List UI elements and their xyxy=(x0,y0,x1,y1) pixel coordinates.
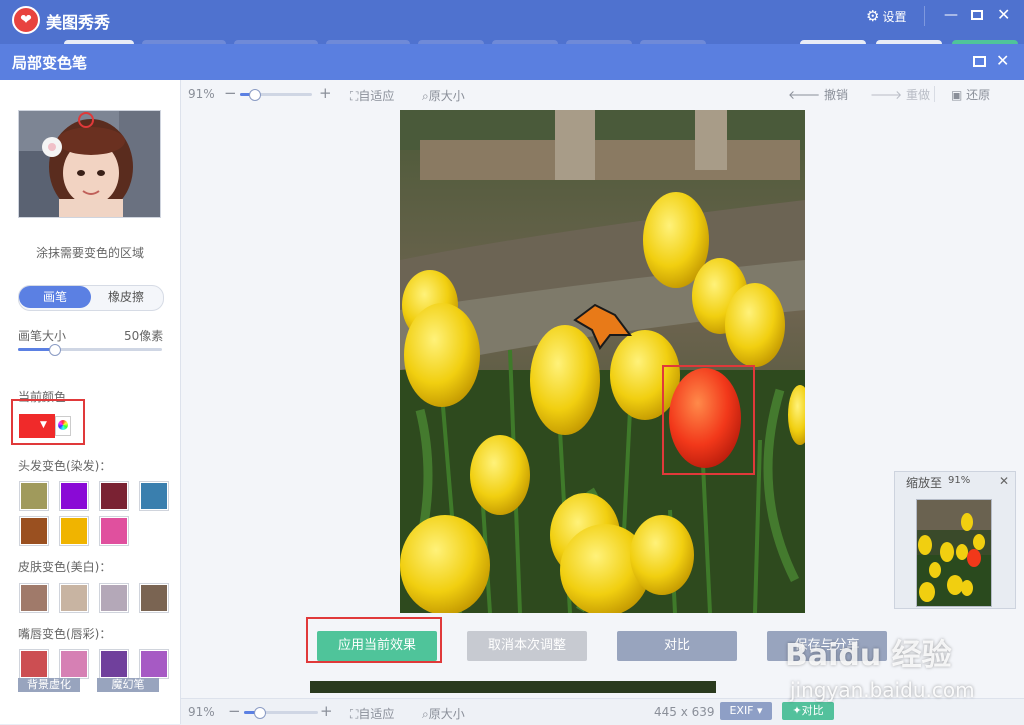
hair-color-swatch[interactable] xyxy=(99,481,129,511)
restore-label: 还原 xyxy=(966,88,991,102)
settings-button[interactable]: ⚙ 设置 xyxy=(866,7,906,25)
bottom-zoom-value: 91% xyxy=(188,705,215,719)
brush-size-handle[interactable] xyxy=(49,344,61,356)
main-photo[interactable] xyxy=(400,110,805,613)
bottom-zoom-out-icon[interactable]: − xyxy=(228,702,241,720)
lip-color-swatch[interactable] xyxy=(19,649,49,679)
minimize-icon[interactable]: — xyxy=(944,7,958,23)
title-divider xyxy=(924,6,925,26)
settings-label: 设置 xyxy=(882,10,907,24)
close-icon[interactable]: ✕ xyxy=(997,5,1010,24)
navigator-close-icon[interactable]: ✕ xyxy=(999,474,1009,488)
magic-pen-button[interactable]: 魔幻笔 xyxy=(97,678,159,692)
bottom-original-button[interactable]: ⌕原大小 xyxy=(422,705,465,722)
undo-label: 撤销 xyxy=(824,88,849,102)
lip-color-swatch[interactable] xyxy=(99,649,129,679)
lip-color-swatch[interactable] xyxy=(139,649,169,679)
skin-color-swatch[interactable] xyxy=(139,583,169,613)
gear-icon: ⚙ xyxy=(866,7,880,25)
dialog-maximize-icon[interactable] xyxy=(973,56,986,67)
hair-color-label: 头发变色(染发)： xyxy=(18,459,112,473)
dialog-title: 局部变色笔 xyxy=(12,54,88,72)
watermark-logo: Baidu 经验 xyxy=(785,638,952,673)
lip-color-label: 嘴唇变色(唇彩)： xyxy=(18,627,112,641)
app-logo-icon: ❤ xyxy=(12,6,40,34)
hair-color-swatch[interactable] xyxy=(139,481,169,511)
dialog-header xyxy=(0,44,1024,80)
magnifier-icon: ⌕ xyxy=(422,89,429,103)
eraser-mode-button[interactable]: 橡皮擦 xyxy=(91,286,161,308)
sparkle-icon: ✦ xyxy=(792,704,802,717)
navigator-zoom-value: 91% xyxy=(948,475,971,486)
brush-mode-button[interactable]: 画笔 xyxy=(19,286,91,308)
underlying-photo-strip xyxy=(310,681,716,693)
toolbar-divider xyxy=(934,86,935,102)
app-title: 美图秀秀 xyxy=(46,13,111,32)
fit-button[interactable]: ⛶自适应 xyxy=(350,87,394,104)
cancel-adjust-button[interactable]: 取消本次调整 xyxy=(467,631,587,661)
compare-button[interactable]: 对比 xyxy=(617,631,737,661)
hair-color-swatch[interactable] xyxy=(59,481,89,511)
hair-color-swatch[interactable] xyxy=(19,516,49,546)
restore-button[interactable]: ▣ 还原 xyxy=(951,86,990,103)
bottom-fit-label: 自适应 xyxy=(358,707,395,721)
portrait-preview[interactable] xyxy=(18,110,161,218)
skin-color-swatch[interactable] xyxy=(59,583,89,613)
skin-color-swatch[interactable] xyxy=(99,583,129,613)
navigator-thumbnail[interactable] xyxy=(916,499,992,607)
redo-button[interactable]: 🡒 重做 xyxy=(870,86,930,103)
watermark-url: jingyan.baidu.com xyxy=(790,678,975,702)
hair-color-swatch[interactable] xyxy=(99,516,129,546)
bottom-zoom-handle[interactable] xyxy=(253,707,266,719)
original-size-label: 原大小 xyxy=(428,89,465,103)
hair-color-swatch[interactable] xyxy=(19,481,49,511)
paint-hint: 涂抹需要变色的区域 xyxy=(36,246,145,260)
zoom-in-icon[interactable]: + xyxy=(319,84,332,102)
navigator-label: 缩放至 xyxy=(906,476,943,490)
highlight-box xyxy=(662,365,755,475)
dialog-close-icon[interactable]: ✕ xyxy=(996,51,1009,70)
image-icon: ▣ xyxy=(951,88,963,102)
zoom-out-icon[interactable]: − xyxy=(224,84,237,102)
image-dimensions: 445 x 639 xyxy=(654,705,715,719)
maximize-icon[interactable] xyxy=(971,10,983,20)
lip-color-swatch[interactable] xyxy=(59,649,89,679)
zoom-value: 91% xyxy=(188,87,215,101)
brush-size-label: 画笔大小 xyxy=(18,329,67,343)
bottom-compare-button[interactable]: ✦对比 xyxy=(782,702,834,720)
skin-color-swatch[interactable] xyxy=(19,583,49,613)
bg-blur-button[interactable]: 背景虚化 xyxy=(18,678,80,692)
fit-label: 自适应 xyxy=(358,89,395,103)
hair-color-swatch[interactable] xyxy=(59,516,89,546)
original-size-button[interactable]: ⌕原大小 xyxy=(422,87,465,104)
undo-button[interactable]: 🡐 撤销 xyxy=(788,86,848,103)
highlight-box xyxy=(306,617,442,663)
skin-color-label: 皮肤变色(美白)： xyxy=(18,560,112,574)
brush-size-value: 50像素 xyxy=(124,329,164,343)
redo-arrow-icon: 🡒 xyxy=(870,88,903,102)
redo-label: 重做 xyxy=(906,88,931,102)
undo-arrow-icon: 🡐 xyxy=(788,88,821,102)
highlight-box xyxy=(11,399,85,445)
exif-button[interactable]: EXIF ▾ xyxy=(720,702,772,720)
bottom-zoom-in-icon[interactable]: + xyxy=(320,702,333,720)
bottom-compare-label: 对比 xyxy=(801,704,824,717)
bottom-original-label: 原大小 xyxy=(428,707,465,721)
bottom-fit-button[interactable]: ⛶自适应 xyxy=(350,705,394,722)
magnifier-icon: ⌕ xyxy=(422,707,429,721)
